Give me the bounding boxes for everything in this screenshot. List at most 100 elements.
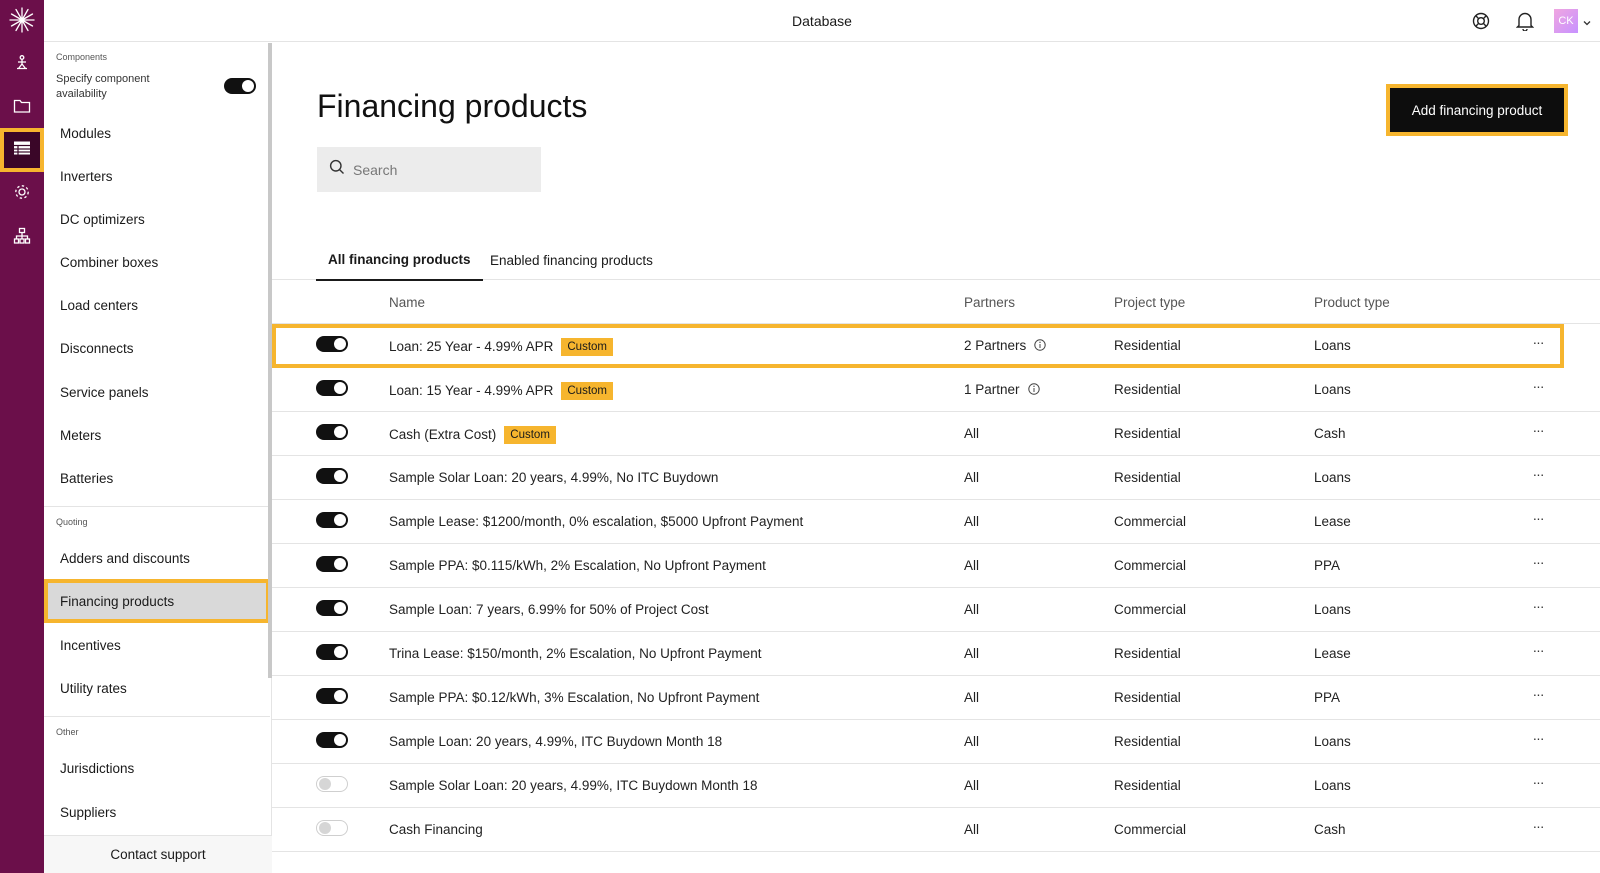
project-type-cell: Residential: [1114, 426, 1181, 441]
sidebar-divider: [44, 506, 270, 507]
brand-logo-icon[interactable]: [8, 6, 36, 34]
table-row[interactable]: Trina Lease: $150/month, 2% Escalation, …: [272, 632, 1600, 676]
quoting-section-label: Quoting: [56, 517, 88, 527]
enable-toggle[interactable]: [316, 336, 348, 352]
sidebar-item-modules[interactable]: Modules: [44, 111, 270, 155]
sidebar-item-service-panels[interactable]: Service panels: [44, 370, 270, 414]
column-header-partners[interactable]: Partners: [964, 295, 1015, 310]
tab-bar: All financing products Enabled financing…: [272, 240, 1600, 281]
more-options-icon[interactable]: ···: [1526, 818, 1550, 838]
enable-toggle[interactable]: [316, 732, 348, 748]
chevron-down-icon[interactable]: [1582, 15, 1592, 26]
more-options-icon[interactable]: ···: [1526, 378, 1550, 398]
more-options-icon[interactable]: ···: [1526, 774, 1550, 794]
notifications-bell-icon[interactable]: [1514, 10, 1536, 32]
sidebar-item-combiner-boxes[interactable]: Combiner boxes: [44, 240, 270, 284]
more-options-icon[interactable]: ···: [1526, 334, 1550, 354]
table-row[interactable]: Loan: 25 Year - 4.99% APR Custom 2 Partner…: [272, 324, 1564, 368]
enable-toggle[interactable]: [316, 424, 348, 440]
rail-organization-button[interactable]: [0, 216, 44, 260]
table-row[interactable]: Cash (Extra Cost) Custom All Residential Cas…: [272, 412, 1600, 456]
enable-toggle[interactable]: [316, 600, 348, 616]
rail-database-button[interactable]: [0, 128, 44, 172]
sidebar-item-adders-and-discounts[interactable]: Adders and discounts: [44, 536, 270, 580]
search-input[interactable]: [353, 161, 523, 178]
more-options-icon[interactable]: ···: [1526, 554, 1550, 574]
user-avatar[interactable]: CK: [1554, 9, 1578, 33]
product-name-cell: Sample Loan: 7 years, 6.99% for 50% of P…: [389, 602, 709, 617]
enable-toggle[interactable]: [316, 688, 348, 704]
sidebar-item-batteries[interactable]: Batteries: [44, 456, 270, 500]
more-options-icon[interactable]: ···: [1526, 730, 1550, 750]
org-chart-icon: [13, 227, 31, 250]
sidebar-item-financing-products[interactable]: Financing products: [44, 579, 270, 623]
project-type-cell: Residential: [1114, 734, 1181, 749]
custom-badge: Custom: [504, 426, 556, 444]
sidebar-item-meters[interactable]: Meters: [44, 413, 270, 457]
product-name-cell: Loan: 15 Year - 4.99% APR Custom: [389, 382, 613, 400]
column-header-product-type[interactable]: Product type: [1314, 295, 1390, 310]
enable-toggle[interactable]: [316, 644, 348, 660]
table-header: Name Partners Project type Product type: [272, 281, 1600, 324]
table-row[interactable]: Sample Loan: 20 years, 4.99%, ITC Buydow…: [272, 720, 1600, 764]
enable-toggle[interactable]: [316, 512, 348, 528]
more-options-icon[interactable]: ···: [1526, 510, 1550, 530]
project-type-cell: Residential: [1114, 338, 1181, 353]
sidebar-item-load-centers[interactable]: Load centers: [44, 283, 270, 327]
info-icon[interactable]: [1027, 383, 1040, 395]
rail-settings-button[interactable]: [0, 172, 44, 216]
product-name-cell: Trina Lease: $150/month, 2% Escalation, …: [389, 646, 761, 661]
table-row[interactable]: Sample Solar Loan: 20 years, 4.99%, ITC …: [272, 764, 1600, 808]
sidebar-item-disconnects[interactable]: Disconnects: [44, 326, 270, 370]
info-icon[interactable]: [1034, 339, 1046, 351]
more-options-icon[interactable]: ···: [1526, 422, 1550, 442]
rail-design-button[interactable]: [0, 42, 44, 86]
more-options-icon[interactable]: ···: [1526, 686, 1550, 706]
tab-all-financing-products[interactable]: All financing products: [316, 240, 483, 281]
contact-support-button[interactable]: Contact support: [44, 835, 272, 873]
column-header-name[interactable]: Name: [389, 295, 425, 310]
table-row[interactable]: Sample Loan: 7 years, 6.99% for 50% of P…: [272, 588, 1600, 632]
table-row[interactable]: Sample Solar Loan: 20 years, 4.99%, No I…: [272, 456, 1600, 500]
product-name-cell: Sample Solar Loan: 20 years, 4.99%, No I…: [389, 470, 718, 485]
sidebar-item-dc-optimizers[interactable]: DC optimizers: [44, 197, 270, 241]
sidebar-item-incentives[interactable]: Incentives: [44, 623, 270, 667]
table-row[interactable]: Sample PPA: $0.115/kWh, 2% Escalation, N…: [272, 544, 1600, 588]
help-icon[interactable]: [1470, 10, 1492, 32]
table-row[interactable]: Loan: 15 Year - 4.99% APR Custom 1 Partner…: [272, 368, 1600, 412]
sidebar-item-utility-rates[interactable]: Utility rates: [44, 666, 270, 710]
product-type-cell: Lease: [1314, 514, 1351, 529]
product-type-cell: Cash: [1314, 822, 1346, 837]
availability-toggle[interactable]: [224, 78, 256, 94]
sidebar-item-suppliers[interactable]: Suppliers: [44, 790, 270, 834]
sidebar-item-inverters[interactable]: Inverters: [44, 154, 270, 198]
partners-value: All: [964, 734, 980, 749]
more-options-icon[interactable]: ···: [1526, 642, 1550, 662]
enable-toggle[interactable]: [316, 380, 348, 396]
add-financing-product-button[interactable]: Add financing product: [1386, 84, 1568, 136]
partners-cell: 1 Partner: [964, 382, 1040, 397]
product-name: Trina Lease: $150/month, 2% Escalation, …: [389, 646, 762, 661]
table-row[interactable]: Sample PPA: $0.12/kWh, 3% Escalation, No…: [272, 676, 1600, 720]
enable-toggle[interactable]: [316, 776, 348, 792]
partners-cell: All: [964, 646, 979, 661]
partners-value: 2 Partners: [964, 338, 1027, 353]
project-type-cell: Commercial: [1114, 602, 1187, 617]
column-header-project-type[interactable]: Project type: [1114, 295, 1185, 310]
availability-label: Specify component availability: [56, 73, 150, 100]
enable-toggle[interactable]: [316, 468, 348, 484]
partners-value: All: [964, 690, 980, 705]
rail-projects-button[interactable]: [0, 86, 44, 130]
product-name: Sample Loan: 20 years, 4.99%, ITC Buydow…: [389, 734, 723, 749]
sidebar-item-jurisdictions[interactable]: Jurisdictions: [44, 746, 270, 790]
more-options-icon[interactable]: ···: [1526, 598, 1550, 618]
more-options-icon[interactable]: ···: [1526, 466, 1550, 486]
enable-toggle[interactable]: [316, 556, 348, 572]
table-row[interactable]: Sample Lease: $1200/month, 0% escalation…: [272, 500, 1600, 544]
product-name: Sample PPA: $0.115/kWh, 2% Escalation, N…: [389, 558, 766, 573]
enable-toggle[interactable]: [316, 820, 348, 836]
table-row[interactable]: Cash Financing All Commercial Cash ···: [272, 808, 1600, 852]
tab-enabled-financing-products[interactable]: Enabled financing products: [478, 240, 665, 280]
partners-cell: All: [964, 778, 979, 793]
product-type-cell: Loans: [1314, 734, 1351, 749]
